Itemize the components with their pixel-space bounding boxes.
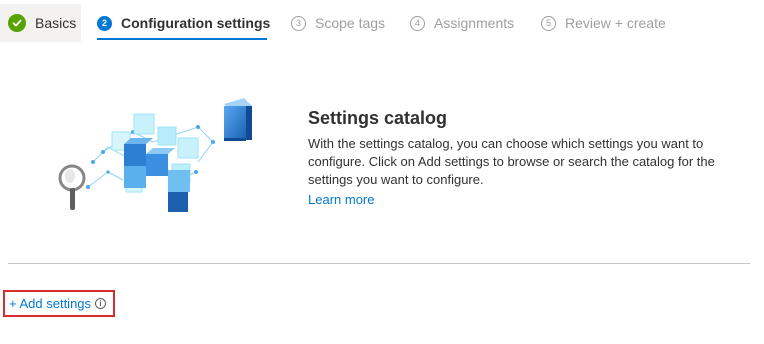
step-number-badge: 3 <box>291 15 306 31</box>
add-settings-label: + Add settings <box>9 296 92 311</box>
cubes-and-magnifier-illustration <box>58 98 252 212</box>
wizard-steps: Basics 2 Configuration settings 3 Scope … <box>0 0 764 46</box>
step-configuration-settings-label: Configuration settings <box>121 15 271 31</box>
step-scope-tags-label: Scope tags <box>315 15 386 31</box>
learn-more-link[interactable]: Learn more <box>308 192 374 207</box>
step-scope-tags[interactable]: 3 Scope tags <box>291 4 385 42</box>
step-number-badge: 5 <box>541 15 556 31</box>
settings-catalog-description: With the settings catalog, you can choos… <box>308 136 715 187</box>
settings-catalog-title: Settings catalog <box>308 108 448 128</box>
active-step-underline <box>97 38 267 40</box>
step-basics[interactable]: Basics <box>0 4 81 42</box>
section-divider <box>8 263 750 264</box>
step-number-badge: 4 <box>410 15 425 31</box>
step-number-badge: 2 <box>97 15 112 31</box>
step-basics-label: Basics <box>35 15 77 31</box>
info-icon[interactable]: i <box>95 298 107 309</box>
step-review-create[interactable]: 5 Review + create <box>541 4 666 42</box>
step-assignments-label: Assignments <box>434 15 515 31</box>
step-review-create-label: Review + create <box>565 15 666 31</box>
step-assignments[interactable]: 4 Assignments <box>410 4 514 42</box>
step-configuration-settings[interactable]: 2 Configuration settings <box>97 4 270 42</box>
add-settings-button[interactable]: + Add settings i <box>9 296 107 311</box>
checkmark-icon <box>8 14 26 32</box>
